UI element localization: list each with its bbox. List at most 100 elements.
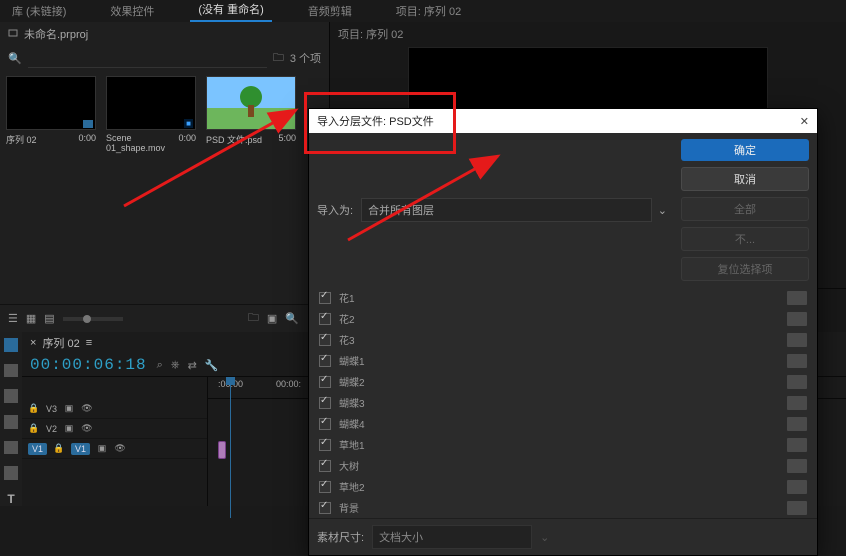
layer-name: 蝴蝶1	[339, 353, 779, 368]
dialog-titlebar[interactable]: 导入分层文件: PSD文件 ✕	[309, 109, 817, 133]
tab-audioclip[interactable]: 音频剪辑	[300, 0, 360, 22]
layer-preview-thumb	[787, 354, 807, 368]
cancel-button[interactable]: 取消	[681, 167, 809, 191]
layer-name: 蝴蝶4	[339, 416, 779, 431]
layer-name: 蝴蝶3	[339, 395, 779, 410]
pin-icon	[8, 29, 18, 39]
timecode[interactable]: 00:00:06:18	[30, 356, 147, 374]
find-icon[interactable]: 🔍	[285, 312, 299, 325]
track-select-tool-icon[interactable]	[4, 364, 18, 378]
layer-preview-thumb	[787, 417, 807, 431]
layer-row[interactable]: 蝴蝶4	[317, 413, 809, 434]
layer-checkbox[interactable]	[319, 481, 331, 493]
project-search-input[interactable]	[28, 48, 267, 68]
layer-checkbox[interactable]	[319, 460, 331, 472]
chevron-down-icon: ⌄	[540, 531, 549, 544]
close-icon[interactable]: ✕	[800, 115, 809, 128]
track-id: V1	[71, 443, 90, 455]
layer-row[interactable]: 花3	[317, 329, 809, 350]
layer-name: 草地2	[339, 479, 779, 494]
marker-icon[interactable]: ⎈	[171, 359, 180, 372]
project-panel: 未命名.prproj 🔍 🗀 3 个项 序列 020:00 ■ Scene 01…	[0, 22, 330, 332]
tab-effects[interactable]: 效果控件	[102, 0, 162, 22]
item-duration: 5:00	[278, 133, 296, 146]
razor-tool-icon[interactable]	[4, 415, 18, 429]
icon-view-icon[interactable]: ▦	[26, 312, 36, 325]
layer-checkbox[interactable]	[319, 502, 331, 514]
layer-name: 背景	[339, 500, 779, 515]
layer-row[interactable]: 蝴蝶2	[317, 371, 809, 392]
new-item-icon[interactable]: ▣	[267, 312, 277, 325]
lock-icon[interactable]: 🔒	[28, 403, 40, 414]
project-item-count: 3 个项	[290, 50, 321, 66]
eye-icon[interactable]: 👁	[81, 423, 93, 434]
folder-icon[interactable]: 🗀	[273, 49, 284, 68]
tab-rename[interactable]: (没有 重命名)	[190, 0, 271, 22]
snap-icon[interactable]: ⌕	[157, 359, 163, 372]
mute-toggle[interactable]: ▣	[63, 423, 75, 434]
import-as-select[interactable]: 合并所有图层 ⌄	[361, 198, 673, 222]
layer-checkbox[interactable]	[319, 313, 331, 325]
layer-checkbox[interactable]	[319, 334, 331, 346]
zoom-slider[interactable]	[63, 317, 123, 321]
mute-toggle[interactable]: ▣	[63, 403, 75, 414]
new-bin-icon[interactable]: 🗀	[248, 309, 259, 328]
project-toolbar: ☰ ▦ ▤ 🗀 ▣ 🔍 🗑	[0, 304, 329, 332]
tab-project-seq[interactable]: 项目: 序列 02	[388, 0, 469, 22]
layer-checkbox[interactable]	[319, 376, 331, 388]
layer-checkbox[interactable]	[319, 397, 331, 409]
track-header[interactable]: 🔒 V3 ▣ 👁	[22, 399, 207, 419]
freeform-view-icon[interactable]: ▤	[44, 312, 54, 325]
tab-library[interactable]: 库 (未链接)	[4, 0, 74, 22]
ripple-tool-icon[interactable]	[4, 389, 18, 403]
layer-row[interactable]: 草地1	[317, 434, 809, 455]
chevron-down-icon[interactable]: ⌄	[652, 204, 673, 217]
dialog-title: 导入分层文件: PSD文件	[317, 113, 434, 129]
clip[interactable]	[218, 441, 226, 459]
layer-name: 大树	[339, 458, 779, 473]
settings-icon[interactable]: 🔧	[205, 359, 219, 372]
layer-checkbox[interactable]	[319, 292, 331, 304]
link-icon[interactable]: ⇄	[188, 359, 197, 372]
selection-tool-icon[interactable]	[4, 338, 18, 352]
layer-checkbox[interactable]	[319, 355, 331, 367]
pen-tool-icon[interactable]	[4, 441, 18, 455]
select-none-button: 不...	[681, 227, 809, 251]
layer-row[interactable]: 大树	[317, 455, 809, 476]
layer-checkbox[interactable]	[319, 439, 331, 451]
layer-row[interactable]: 蝴蝶3	[317, 392, 809, 413]
project-item[interactable]: PSD 文件.psd 5:00	[206, 76, 296, 153]
ok-button[interactable]: 确定	[681, 139, 809, 161]
eye-icon[interactable]: 👁	[81, 403, 93, 414]
track-header[interactable]: 🔒 V2 ▣ 👁	[22, 419, 207, 439]
item-name: PSD 文件.psd	[206, 133, 262, 146]
mute-toggle[interactable]: ▣	[96, 443, 108, 454]
item-name: 序列 02	[6, 133, 37, 146]
layer-row[interactable]: 草地2	[317, 476, 809, 497]
eye-icon[interactable]: 👁	[114, 443, 126, 454]
list-view-icon[interactable]: ☰	[8, 312, 18, 325]
type-tool-icon[interactable]: T	[4, 492, 18, 506]
layer-row[interactable]: 蝴蝶1	[317, 350, 809, 371]
layer-preview-thumb	[787, 333, 807, 347]
project-items: 序列 020:00 ■ Scene 01_shape.mov0:00 PSD 文…	[0, 70, 329, 159]
lock-icon[interactable]: 🔒	[53, 443, 65, 454]
layer-preview-thumb	[787, 459, 807, 473]
layer-preview-thumb	[787, 375, 807, 389]
project-item[interactable]: 序列 020:00	[6, 76, 96, 153]
layer-row[interactable]: 花1	[317, 287, 809, 308]
project-item[interactable]: ■ Scene 01_shape.mov0:00	[106, 76, 196, 153]
tool-palette: T	[0, 332, 22, 506]
layer-checkbox[interactable]	[319, 418, 331, 430]
project-header: 未命名.prproj	[0, 22, 329, 46]
lock-icon[interactable]: 🔒	[28, 423, 40, 434]
import-as-value: 合并所有图层	[361, 198, 652, 222]
track-chip[interactable]: V1	[28, 443, 47, 455]
layer-row[interactable]: 背景	[317, 497, 809, 518]
search-icon[interactable]: 🔍	[8, 52, 22, 65]
layer-row[interactable]: 花2	[317, 308, 809, 329]
layer-preview-thumb	[787, 396, 807, 410]
hand-tool-icon[interactable]	[4, 466, 18, 480]
layer-preview-thumb	[787, 480, 807, 494]
track-header[interactable]: V1 🔒 V1 ▣ 👁	[22, 439, 207, 459]
